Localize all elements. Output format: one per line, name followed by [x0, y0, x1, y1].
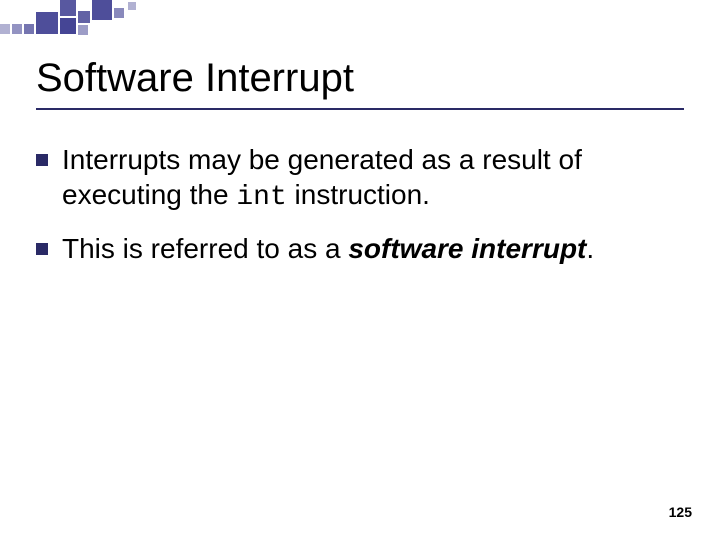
bullet-text: This is referred to as a software interr…	[62, 231, 594, 266]
bullet-marker-icon	[36, 154, 48, 166]
bullet-text-post: .	[586, 233, 594, 264]
slide-body: Interrupts may be generated as a result …	[36, 142, 684, 282]
bullet-text-post: instruction.	[287, 179, 430, 210]
bullet-marker-icon	[36, 243, 48, 255]
corner-decoration	[0, 0, 200, 40]
emphasized-term: software interrupt	[348, 233, 586, 264]
bullet-item: Interrupts may be generated as a result …	[36, 142, 684, 215]
title-underline	[36, 108, 684, 110]
bullet-text: Interrupts may be generated as a result …	[62, 142, 684, 215]
page-number: 125	[669, 504, 692, 520]
bullet-item: This is referred to as a software interr…	[36, 231, 684, 266]
bullet-text-pre: This is referred to as a	[62, 233, 348, 264]
code-token: int	[236, 182, 286, 213]
slide-title: Software Interrupt	[36, 56, 354, 101]
